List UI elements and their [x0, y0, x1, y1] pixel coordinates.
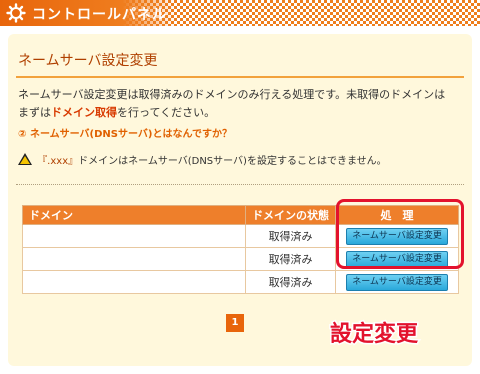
pagination-page-1[interactable]: 1: [226, 314, 244, 332]
column-header-status: ドメインの状態: [245, 205, 337, 225]
action-cell: ネームサーバ設定変更: [335, 247, 459, 271]
dotted-divider: [16, 184, 464, 185]
column-header-domain: ドメイン: [21, 205, 247, 225]
warning-bracket: 『.xxx』: [37, 156, 79, 167]
action-cell: ネームサーバ設定変更: [335, 224, 459, 248]
nameserver-change-button[interactable]: ネームサーバ設定変更: [346, 273, 448, 291]
warning-icon: [18, 153, 32, 165]
header-bar: コントロールパネル: [0, 0, 480, 26]
column-header-action: 処 理: [335, 205, 459, 225]
faq-link[interactable]: ② ネームサーバ(DNSサーバ)とはなんですか？: [18, 125, 232, 140]
table-row: 取得済み ネームサーバ設定変更: [21, 247, 459, 271]
nameserver-change-button[interactable]: ネームサーバ設定変更: [346, 250, 448, 268]
warning-message: 『.xxx』ドメインはネームサーバ(DNSサーバ)を設定することはできません。: [18, 152, 387, 167]
domain-cell: [21, 247, 247, 271]
header-title: コントロールパネル: [32, 7, 167, 23]
table-row: 取得済み ネームサーバ設定変更: [21, 224, 459, 248]
page-title: ネームサーバ設定変更: [18, 53, 158, 69]
gear-icon: [6, 3, 26, 23]
warning-text: ドメインはネームサーバ(DNSサーバ)を設定することはできません。: [78, 156, 387, 167]
table-row: 取得済み ネームサーバ設定変更: [21, 270, 459, 294]
description-line-1: ネームサーバ設定変更は取得済みのドメインのみ行える処理です。未取得のドメインは: [18, 88, 446, 101]
description-line-2: まずはドメイン取得を行ってください。: [18, 104, 470, 122]
domain-cell: [21, 224, 247, 248]
domain-acquire-link[interactable]: ドメイン取得: [51, 106, 117, 119]
domain-cell: [21, 270, 247, 294]
description-post: を行ってください。: [117, 106, 216, 119]
domain-table: ドメイン ドメインの状態 処 理 取得済み ネームサーバ設定変更 取得済み ネー…: [21, 205, 459, 294]
status-cell: 取得済み: [245, 247, 337, 271]
table-header-row: ドメイン ドメインの状態 処 理: [21, 205, 459, 225]
nameserver-change-button[interactable]: ネームサーバ設定変更: [346, 227, 448, 245]
annotation-label: 設定変更: [328, 321, 419, 349]
status-cell: 取得済み: [245, 270, 337, 294]
action-cell: ネームサーバ設定変更: [335, 270, 459, 294]
status-cell: 取得済み: [245, 224, 337, 248]
title-divider: [16, 76, 464, 78]
description: ネームサーバ設定変更は取得済みのドメインのみ行える処理です。未取得のドメインは …: [18, 86, 470, 122]
description-pre: まずは: [18, 106, 51, 119]
